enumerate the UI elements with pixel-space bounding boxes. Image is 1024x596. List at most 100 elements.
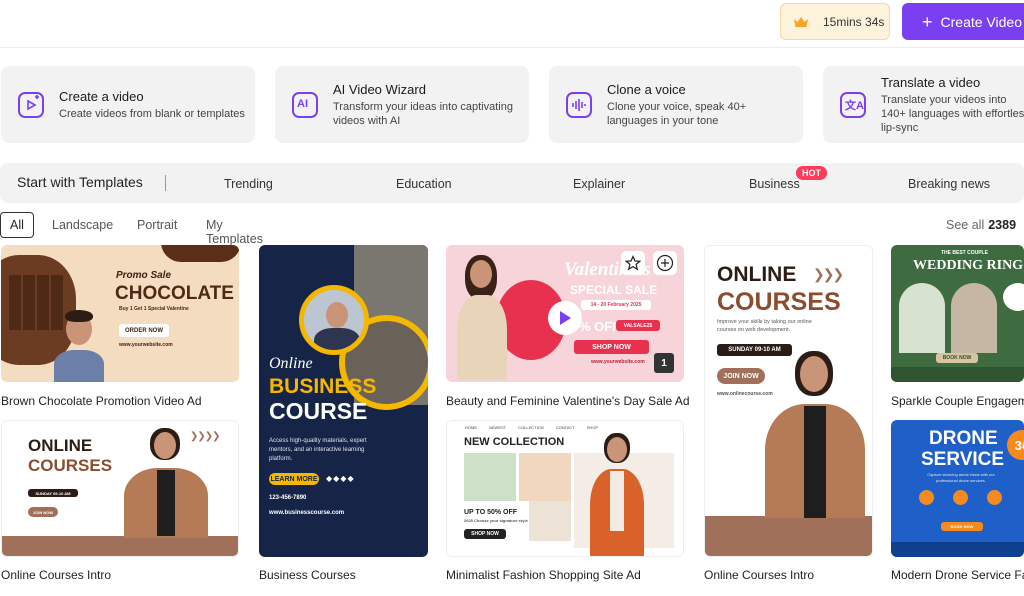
create-video-label: Create Video [940,13,1022,30]
template-thumb-online-courses-portrait[interactable]: ONLINE ❯❯❯ COURSES Improve your skills b… [704,245,873,557]
dots-decoration: ◆◆◆◆ [326,474,355,483]
courses-line2: COURSES [28,456,113,475]
footer-band [705,516,872,556]
site-nav: HOME NEWEST COLLECTION CONTACT SHOP [465,425,598,430]
card-create-video[interactable]: Create a video Create videos from blank … [1,66,255,143]
nav-home: HOME [465,425,477,430]
template-thumb-valentine[interactable]: Valentine's SPECIAL SALE 14 - 20 Februar… [446,245,684,382]
create-video-button[interactable]: + Create Video [902,3,1024,40]
template-caption[interactable]: Beauty and Feminine Valentine's Day Sale… [446,394,690,408]
shoes-photo [464,453,516,501]
template-caption[interactable]: Minimalist Fashion Shopping Site Ad [446,568,641,582]
template-caption[interactable]: Online Courses Intro [704,568,814,582]
special-sale: SPECIAL SALE [570,283,658,297]
top-bar: 15mins 34s + Create Video [0,0,1024,48]
drone-line2: SERVICE [921,449,1005,470]
template-caption[interactable]: Modern Drone Service Fa [891,568,1024,582]
category-breaking-news[interactable]: Breaking news [908,177,990,191]
category-explainer[interactable]: Explainer [573,177,625,191]
card-clone-voice[interactable]: Clone a voice Clone your voice, speak 40… [549,66,803,143]
order-now-button: ORDER NOW [119,324,169,337]
bouquet-photo [899,283,945,353]
translate-icon: 文A [840,91,866,118]
template-caption[interactable]: Sparkle Couple Engagement [891,394,1024,408]
courses-body: Improve your skills by taking our online… [717,319,812,333]
offer-text: UP TO 50% OFF [464,509,518,516]
presenter [49,305,109,382]
drone-icon [987,490,1002,505]
website-url: www.yourwebsite.com [119,342,173,348]
footer-band [891,542,1024,557]
scene-count-badge: 1 [654,353,674,373]
filter-all[interactable]: All [0,212,34,238]
crown-icon [793,16,809,28]
presenter [582,431,652,556]
wedding-small: THE BEST COUPLE [941,250,988,256]
filter-my-templates[interactable]: My Templates [206,218,263,246]
discount-text: % OFF [579,319,621,334]
footer-band [2,536,238,556]
card-ai-video-wizard[interactable]: AI AI Video Wizard Transform your ideas … [275,66,529,143]
nav-contact: CONTACT [555,425,575,430]
category-education[interactable]: Education [396,177,452,191]
divider [165,175,166,191]
nav-collection: COLLECTION [518,425,544,430]
template-caption[interactable]: Online Courses Intro [1,568,111,582]
template-caption[interactable]: Business Courses [259,568,356,582]
join-now-button: JOIN NOW [28,507,58,517]
course-body: Access high-quality materials, expert me… [269,438,367,462]
book-now-button: BOOK NOW [941,522,983,531]
category-business[interactable]: Business [749,177,800,191]
template-thumb-business-course[interactable]: Online BUSINESS COURSE Access high-quali… [259,245,428,557]
card-title: AI Video Wizard [333,81,426,97]
drip-decoration [161,245,239,262]
hat-photo [519,453,571,501]
chocolate-headline: CHOCOLATE [115,283,234,304]
template-count: 2389 [988,218,1017,232]
ai-sparkle-icon: AI [292,91,318,118]
nav-shop: SHOP [586,425,599,430]
card-desc: Transform your ideas into captivating vi… [333,100,513,127]
presenter [451,250,513,382]
sale-dates: 14 - 20 February 2025 [581,300,651,310]
filter-portrait[interactable]: Portrait [137,218,177,232]
website-url: www.businesscourse.com [269,510,345,516]
course-date: SUNDAY 09-10 AM [28,489,78,497]
add-icon[interactable] [653,251,677,275]
template-caption[interactable]: Brown Chocolate Promotion Video Ad [1,394,202,408]
shop-now-button: SHOP NOW [464,529,506,539]
join-now-button: JOIN NOW [717,368,765,384]
card-desc: Create videos from blank or templates [59,107,245,120]
see-all-label: See all [946,218,985,232]
presenter [120,426,212,538]
credit-badge[interactable]: 15mins 34s [780,3,890,40]
video-plus-icon [18,91,44,118]
offer-sub: 2025 Choose your signature style [464,518,528,523]
website-url: www.yourwebsite.com [591,359,645,365]
wedding-headline: WEDDING RING [913,258,1024,273]
see-all-link[interactable]: See all 2389 [946,218,1016,232]
courses-line2: COURSES [717,288,841,316]
presenter [760,346,872,518]
footer-band [891,367,1024,382]
book-now-button: BOOK NOW [936,353,978,363]
promo-sub: Buy 1 Get 1 Special Valentine [119,306,189,312]
plus-icon: + [922,11,933,32]
voice-wave-icon [566,91,592,118]
courses-line1: ONLINE [28,436,93,455]
category-trending[interactable]: Trending [224,177,273,191]
presenter-circle [299,285,369,355]
camera-icon [919,490,934,505]
template-thumb-fashion[interactable]: HOME NEWEST COLLECTION CONTACT SHOP NEW … [446,420,684,557]
template-thumb-drone[interactable]: DRONE SERVICE 30 Capture stunning aerial… [891,420,1024,557]
card-title: Create a video [59,88,144,104]
play-button[interactable] [548,301,582,335]
card-translate-video[interactable]: 文A Translate a video Translate your vide… [823,66,1024,143]
card-title: Translate a video [881,74,981,90]
template-thumb-wedding[interactable]: THE BEST COUPLE WEDDING RING BOOK NOW [891,245,1024,382]
template-thumb-online-courses-landscape[interactable]: ONLINE COURSES ❯❯❯❯ SUNDAY 09-10 AM JOIN… [1,420,239,557]
favorite-star-icon[interactable] [621,251,645,275]
template-thumb-chocolate[interactable]: Promo Sale CHOCOLATE Buy 1 Get 1 Special… [1,245,239,382]
filter-landscape[interactable]: Landscape [52,218,113,232]
course-line3: COURSE [269,398,368,424]
